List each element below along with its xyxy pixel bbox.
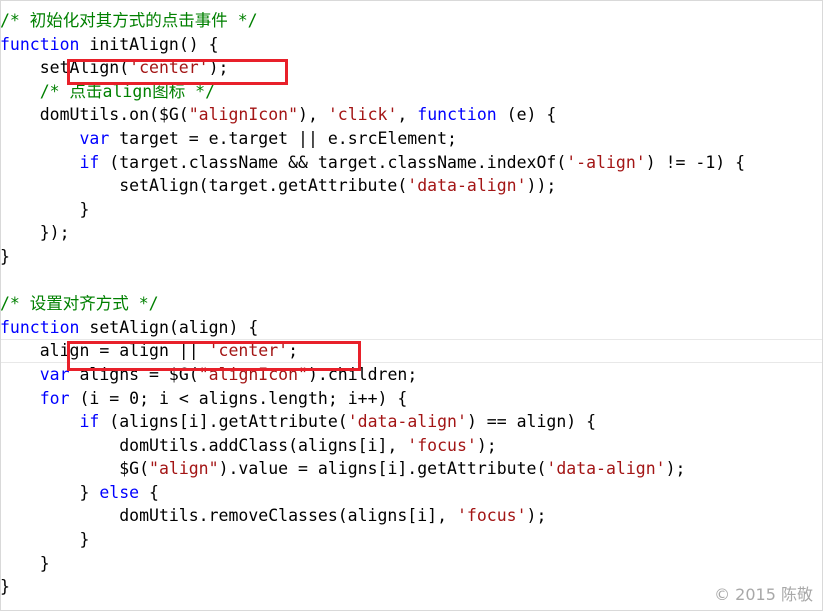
string-token: 'center' [129,58,209,78]
string-token: 'focus' [456,506,527,526]
code-token: }); [0,223,70,243]
string-token: 'data-align' [347,412,467,432]
code-token: ); [665,459,686,479]
code-token: )); [526,176,557,196]
code-line[interactable]: } else { [0,481,823,505]
keyword-token: if [79,152,100,172]
keyword-token: for [39,388,70,408]
code-editor[interactable]: /* 初始化对其方式的点击事件 */ function initAlign() {… [0,0,823,611]
code-token: domUtils.on($G( [0,105,189,125]
string-token: 'click' [327,105,398,125]
comment-token: /* 点击align图标 */ [39,81,216,101]
string-token: 'center' [208,341,289,361]
code-token: $G( [0,459,150,479]
copyright-watermark: © 2015 陈敬 [714,585,813,604]
code-line[interactable]: domUtils.addClass(aligns[i], 'focus'); [0,434,823,458]
code-token: ); [208,58,229,78]
string-token: "alignIcon" [198,364,308,384]
code-area[interactable]: /* 初始化对其方式的点击事件 */ function initAlign() {… [0,9,823,599]
code-token: setAlign(align) { [79,317,259,337]
code-line[interactable]: }); [0,221,823,245]
code-token: setAlign( [0,58,130,78]
code-line[interactable]: var aligns = $G("alignIcon").children; [0,363,823,387]
keyword-token: function [0,317,80,337]
code-token: setAlign(target.getAttribute( [0,176,408,196]
code-token: ); [526,506,547,526]
code-token: ) == align) { [466,412,597,432]
code-token: domUtils.removeClasses(aligns[i], [0,506,457,526]
code-line[interactable]: } [0,575,823,599]
code-line[interactable]: function initAlign() { [0,33,823,57]
code-line[interactable]: if (target.className && target.className… [0,151,823,175]
code-token: } [0,577,10,597]
code-token: ); [476,435,497,455]
code-token: align = align || [0,341,209,361]
code-line[interactable]: setAlign('center'); [0,56,823,80]
code-token: ), [298,105,328,125]
keyword-token: function [417,105,497,125]
code-line[interactable]: if (aligns[i].getAttribute('data-align')… [0,410,823,434]
code-line[interactable]: domUtils.on($G("alignIcon"), 'click', fu… [0,103,823,127]
keyword-token: else [99,482,140,502]
code-line[interactable]: } [0,528,823,552]
code-token: aligns = $G( [69,364,199,384]
string-token: "align" [149,459,219,479]
code-token: (e) { [496,105,557,125]
string-token: 'data-align' [546,459,666,479]
code-line[interactable]: /* 点击align图标 */ [0,80,823,104]
code-line[interactable]: } [0,245,823,269]
code-token: } [0,553,50,573]
code-token: domUtils.addClass(aligns[i], [0,435,408,455]
code-line[interactable]: for (i = 0; i < aligns.length; i++) { [0,387,823,411]
code-token: ).children; [307,364,418,384]
code-line[interactable]: var target = e.target || e.srcElement; [0,127,823,151]
code-token: } [0,530,90,550]
string-token: '-align' [566,152,646,172]
string-token: 'data-align' [407,176,527,196]
code-token: initAlign() { [79,34,219,54]
code-token: ) != -1) { [645,152,746,172]
code-line[interactable]: domUtils.removeClasses(aligns[i], 'focus… [0,504,823,528]
string-token: 'focus' [407,435,477,455]
code-token: } [0,199,90,219]
keyword-token: function [0,34,80,54]
keyword-token: var [79,128,110,148]
code-token: (aligns[i].getAttribute( [99,412,348,432]
code-token: target = e.target || e.srcElement; [109,128,457,148]
code-token: ; [288,341,299,361]
code-token: { [139,482,159,502]
code-line[interactable]: /* 初始化对其方式的点击事件 */ [0,9,823,33]
code-token: (target.className && target.className.in… [99,152,567,172]
code-token: (i = 0; i < aligns.length; i++) { [69,388,408,408]
code-token: , [397,105,418,125]
code-token: } [0,482,100,502]
code-line[interactable]: } [0,552,823,576]
comment-token: /* 初始化对其方式的点击事件 */ [0,11,258,30]
string-token: "alignIcon" [188,105,299,125]
code-line[interactable]: setAlign(target.getAttribute('data-align… [0,174,823,198]
code-line[interactable] [0,269,823,293]
code-token: ).value = aligns[i].getAttribute( [218,459,547,479]
code-line[interactable]: function setAlign(align) { [0,316,823,340]
code-token: } [0,246,10,266]
code-line[interactable]: $G("align").value = aligns[i].getAttribu… [0,457,823,481]
keyword-token: if [79,412,100,432]
code-line[interactable]: /* 设置对齐方式 */ [0,292,823,316]
comment-token: /* 设置对齐方式 */ [0,294,159,314]
code-line[interactable]: align = align || 'center'; [0,339,823,363]
keyword-token: var [39,364,70,384]
code-line[interactable]: } [0,198,823,222]
